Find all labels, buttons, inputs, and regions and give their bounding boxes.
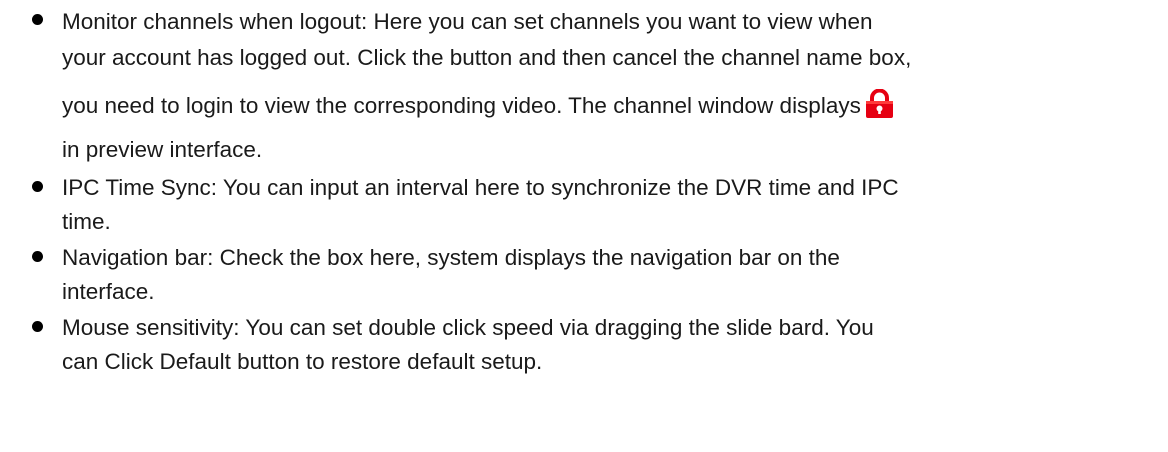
bullet-icon bbox=[32, 251, 43, 262]
text-line: Mouse sensitivity: You can set double cl… bbox=[62, 315, 874, 340]
text-line-content: you need to login to view the correspond… bbox=[62, 93, 861, 118]
text-line: Monitor channels when logout: Here you c… bbox=[62, 9, 873, 34]
text-line: IPC Time Sync: You can input an interval… bbox=[62, 175, 899, 200]
bullet-icon bbox=[32, 14, 43, 25]
bullet-icon bbox=[32, 181, 43, 192]
text-line: you need to login to view the correspond… bbox=[62, 88, 895, 124]
bullet-icon bbox=[32, 321, 43, 332]
text-line: interface. bbox=[62, 279, 155, 304]
text-line: time. bbox=[62, 209, 111, 234]
lock-icon bbox=[864, 89, 895, 119]
text-line: your account has logged out. Click the b… bbox=[62, 45, 912, 70]
text-line: in preview interface. bbox=[62, 137, 263, 162]
text-line: can Click Default button to restore defa… bbox=[62, 349, 543, 374]
text-line: Navigation bar: Check the box here, syst… bbox=[62, 245, 840, 270]
